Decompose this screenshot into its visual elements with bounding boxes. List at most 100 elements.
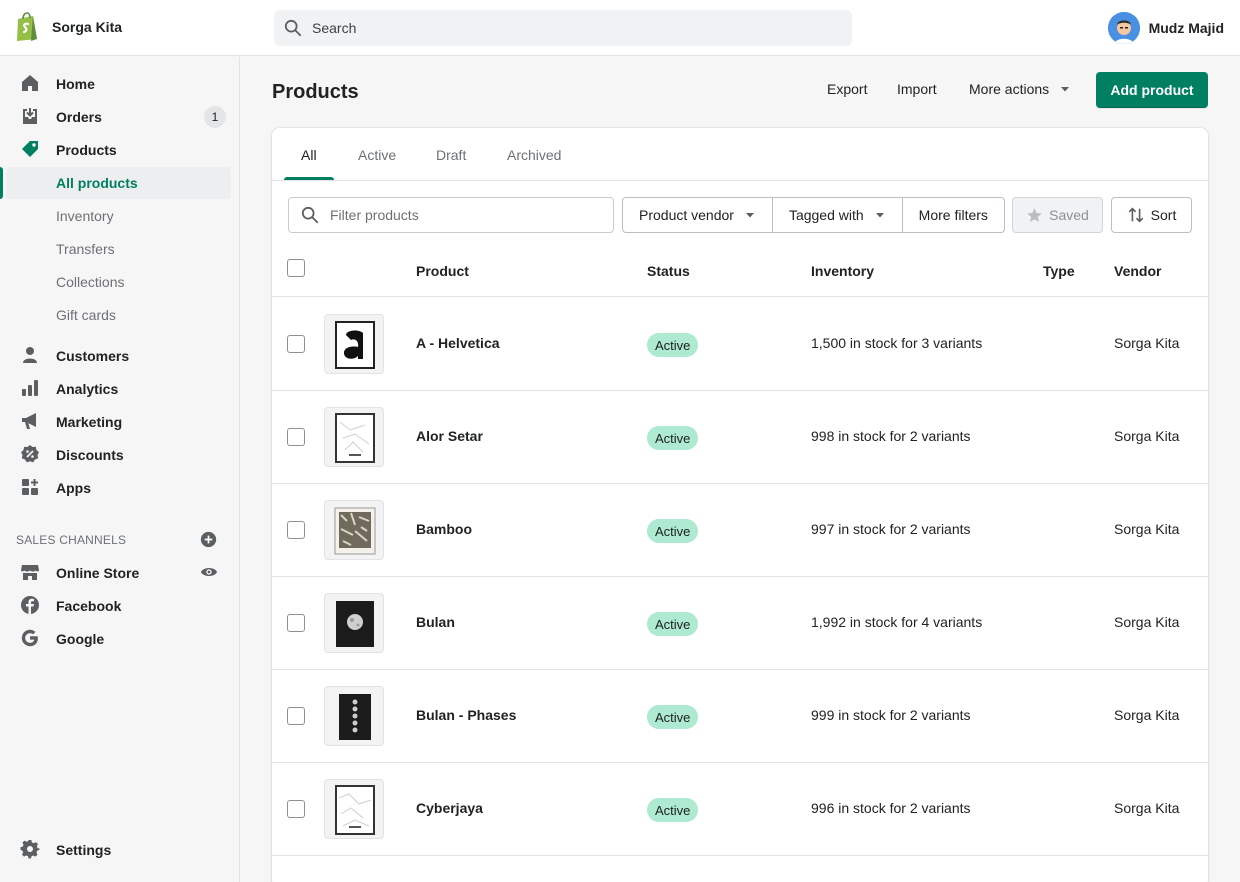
- product-thumbnail: [324, 500, 384, 560]
- filter-label: Tagged with: [788, 207, 864, 223]
- product-name[interactable]: Cyberjaya: [416, 800, 483, 816]
- apps-icon: [22, 479, 38, 495]
- caret-down-icon: [745, 213, 754, 218]
- sidebar-item-customers[interactable]: Customers: [0, 339, 238, 372]
- sidebar-item-label: Analytics: [56, 380, 119, 397]
- person-icon: [23, 347, 37, 363]
- sidebar-item-online-store[interactable]: Online Store: [0, 556, 238, 589]
- add-channel-icon[interactable]: [200, 531, 217, 548]
- inventory-text: 998 in stock for 2 variants: [811, 428, 971, 444]
- status-tabs: All Active Draft Archived: [272, 128, 1208, 181]
- shopify-logo-icon: [17, 12, 37, 41]
- sidebar-item-inventory[interactable]: Inventory: [0, 199, 238, 232]
- more-filters-button[interactable]: More filters: [903, 198, 1004, 232]
- column-header-inventory[interactable]: Inventory: [811, 263, 874, 279]
- sidebar-item-all-products[interactable]: All products: [0, 166, 238, 199]
- tab-active[interactable]: Active: [358, 147, 396, 163]
- sidebar-item-label: Orders: [56, 108, 102, 125]
- eye-icon[interactable]: [200, 564, 218, 580]
- gear-icon: [20, 839, 40, 859]
- sidebar-item-label: All products: [56, 174, 138, 191]
- sidebar-item-home[interactable]: Home: [0, 67, 238, 100]
- sort-button[interactable]: Sort: [1111, 197, 1192, 233]
- tab-all[interactable]: All: [301, 147, 317, 163]
- user-name: Mudz Majid: [1148, 20, 1224, 36]
- sidebar-item-orders[interactable]: Orders 1: [0, 100, 238, 133]
- table-row[interactable]: Bulan - Phases Active 999 in stock for 2…: [272, 670, 1208, 763]
- sidebar-item-products[interactable]: Products: [0, 133, 238, 166]
- row-checkbox[interactable]: [287, 707, 305, 725]
- column-header-product[interactable]: Product: [416, 263, 469, 279]
- product-name[interactable]: Bulan - Phases: [416, 707, 516, 723]
- sidebar-item-google[interactable]: Google: [0, 622, 238, 655]
- product-name[interactable]: Bamboo: [416, 521, 472, 537]
- sidebar-item-collections[interactable]: Collections: [0, 265, 238, 298]
- sidebar-item-label: Products: [56, 141, 117, 158]
- search-input[interactable]: Search: [274, 10, 852, 46]
- sidebar-item-label: Gift cards: [56, 306, 116, 323]
- tab-archived[interactable]: Archived: [507, 147, 561, 163]
- sort-icon: [1128, 207, 1143, 223]
- table-row[interactable]: Cyberjaya Active 996 in stock for 2 vari…: [272, 763, 1208, 856]
- sidebar-item-label: Online Store: [56, 564, 140, 581]
- vendor-text: Sorga Kita: [1114, 335, 1180, 351]
- sidebar-item-gift-cards[interactable]: Gift cards: [0, 298, 238, 331]
- row-checkbox[interactable]: [287, 614, 305, 632]
- column-header-type[interactable]: Type: [1043, 263, 1075, 279]
- product-thumbnail: [324, 779, 384, 839]
- product-vendor-filter[interactable]: Product vendor: [623, 198, 773, 232]
- search-icon: [284, 19, 302, 37]
- import-button[interactable]: Import: [897, 81, 937, 97]
- status-badge: Active: [647, 612, 699, 636]
- sidebar-item-facebook[interactable]: Facebook: [0, 589, 238, 622]
- product-name[interactable]: Bulan: [416, 614, 455, 630]
- row-checkbox[interactable]: [287, 800, 305, 818]
- sidebar: Home Orders 1 Products All products Inve…: [0, 57, 240, 882]
- sidebar-item-label: Home: [56, 75, 95, 92]
- sidebar-item-settings[interactable]: Settings: [0, 833, 238, 866]
- saved-button[interactable]: Saved: [1012, 197, 1103, 233]
- caret-down-icon: [1061, 87, 1070, 92]
- row-checkbox[interactable]: [287, 521, 305, 539]
- table-row[interactable]: A - Helvetica Active 1,500 in stock for …: [272, 298, 1208, 391]
- sidebar-item-marketing[interactable]: Marketing: [0, 405, 238, 438]
- column-header-status[interactable]: Status: [647, 263, 690, 279]
- user-menu[interactable]: Mudz Majid: [1107, 12, 1224, 44]
- column-header-vendor[interactable]: Vendor: [1114, 263, 1161, 279]
- google-icon: [21, 629, 38, 647]
- product-thumbnail: [324, 686, 384, 746]
- tab-draft[interactable]: Draft: [436, 147, 466, 163]
- vendor-text: Sorga Kita: [1114, 521, 1180, 537]
- store-icon: [21, 565, 39, 580]
- filter-products-input[interactable]: Filter products: [288, 197, 614, 233]
- add-product-button[interactable]: Add product: [1096, 72, 1208, 108]
- table-row[interactable]: Bamboo Active 997 in stock for 2 variant…: [272, 484, 1208, 577]
- status-badge: Active: [647, 798, 699, 822]
- store-brand[interactable]: Sorga Kita: [14, 12, 122, 42]
- sidebar-item-label: Facebook: [56, 597, 122, 614]
- product-name[interactable]: Alor Setar: [416, 428, 483, 444]
- sidebar-item-apps[interactable]: Apps: [0, 471, 238, 504]
- sidebar-item-discounts[interactable]: Discounts: [0, 438, 238, 471]
- megaphone-icon: [22, 413, 36, 429]
- inventory-text: 1,992 in stock for 4 variants: [811, 614, 983, 630]
- sidebar-item-label: Marketing: [56, 413, 123, 430]
- export-button[interactable]: Export: [827, 81, 867, 97]
- orders-count-badge: 1: [204, 105, 226, 128]
- more-actions-button[interactable]: More actions: [969, 81, 1071, 97]
- row-checkbox[interactable]: [287, 428, 305, 446]
- sort-label: Sort: [1150, 207, 1177, 223]
- select-all-checkbox[interactable]: [287, 259, 305, 277]
- sidebar-item-transfers[interactable]: Transfers: [0, 232, 238, 265]
- tagged-with-filter[interactable]: Tagged with: [773, 198, 903, 232]
- product-name[interactable]: A - Helvetica: [416, 335, 500, 351]
- product-thumbnail: [324, 314, 384, 374]
- sales-channels-heading: SALES CHANNELS: [16, 533, 127, 547]
- filter-button-group: Product vendor Tagged with More filters: [622, 197, 1005, 233]
- sidebar-item-analytics[interactable]: Analytics: [0, 372, 238, 405]
- search-placeholder: Search: [312, 20, 357, 36]
- sidebar-item-label: Inventory: [56, 207, 114, 224]
- table-row[interactable]: Bulan Active 1,992 in stock for 4 varian…: [272, 577, 1208, 670]
- row-checkbox[interactable]: [287, 335, 305, 353]
- table-row[interactable]: Alor Setar Active 998 in stock for 2 var…: [272, 391, 1208, 484]
